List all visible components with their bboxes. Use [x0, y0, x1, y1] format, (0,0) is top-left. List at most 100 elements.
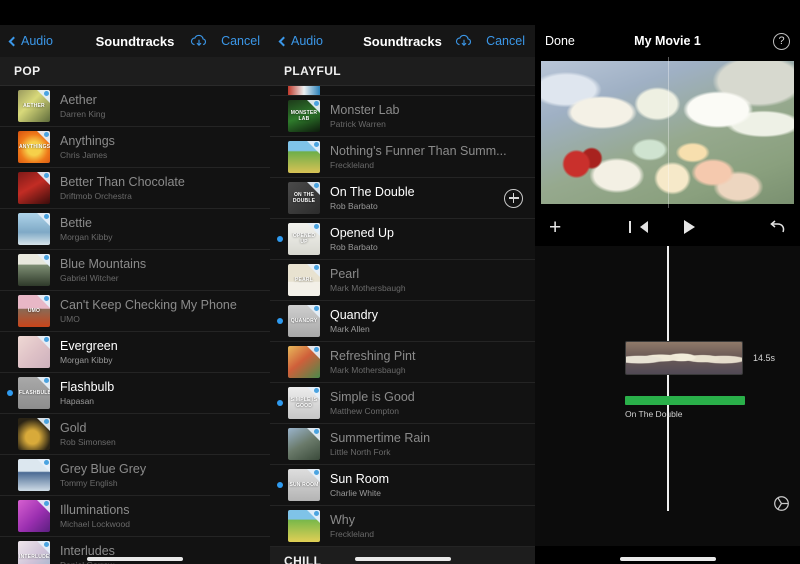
download-badge-dot-icon	[314, 511, 319, 516]
help-icon[interactable]: ?	[773, 32, 790, 50]
track-row[interactable]: Gold Rob Simonsen	[0, 414, 270, 455]
track-row[interactable]: Grey Blue Grey Tommy English	[0, 455, 270, 496]
track-meta: Bettie Morgan Kibby	[60, 216, 270, 243]
track-row-partial[interactable]	[270, 86, 535, 96]
track-artist: Mark Allen	[330, 323, 370, 334]
downloaded-indicator-dot	[277, 236, 283, 242]
album-art-text: QUANDRY	[290, 318, 318, 324]
done-button[interactable]: Done	[545, 34, 575, 48]
track-row[interactable]: Illuminations Michael Lockwood	[0, 496, 270, 537]
track-row[interactable]: UMO Can't Keep Checking My Phone UMO	[0, 291, 270, 332]
chevron-left-icon	[8, 36, 19, 46]
track-meta: Grey Blue Grey Tommy English	[60, 462, 270, 489]
downloaded-indicator-dot	[277, 482, 283, 488]
track-row[interactable]: FLASHBULB Flashbulb Hapasan	[0, 373, 270, 414]
downloaded-indicator-dot	[7, 390, 13, 396]
back-to-audio-button-middle[interactable]: Audio	[278, 34, 323, 48]
track-title: Evergreen	[60, 338, 118, 353]
track-row[interactable]: MONSTER LAB Monster Lab Patrick Warren	[270, 96, 535, 137]
cancel-button-middle[interactable]: Cancel	[486, 34, 525, 48]
album-art	[18, 459, 50, 491]
track-meta: Evergreen Morgan Kibby	[60, 339, 270, 366]
cancel-button[interactable]: Cancel	[221, 34, 260, 48]
album-art: INTERLUDES	[18, 541, 50, 564]
track-row[interactable]: Why Freckleland	[270, 506, 535, 547]
album-art	[18, 254, 50, 286]
track-artist: Freckleland	[330, 159, 374, 170]
plus-icon[interactable]: +	[549, 217, 561, 238]
download-badge-dot-icon	[314, 142, 319, 147]
download-badge-dot-icon	[44, 91, 49, 96]
status-bar-right	[535, 0, 800, 25]
track-row[interactable]: ON THE DOUBLE On The Double Rob Barbato	[270, 178, 535, 219]
album-art: QUANDRY	[288, 305, 320, 337]
status-bar-middle	[270, 0, 535, 25]
track-row[interactable]: OPENED UP Opened Up Rob Barbato	[270, 219, 535, 260]
track-artist: Morgan Kibby	[60, 354, 113, 365]
play-icon[interactable]	[684, 220, 695, 234]
preview-split-line	[667, 57, 669, 208]
track-meta: Flashbulb Hapasan	[60, 380, 270, 407]
album-art	[288, 346, 320, 378]
movie-editor-panel: Done My Movie 1 ? + 14.5s On The Double	[535, 0, 800, 564]
album-art-text: INTERLUDES	[19, 554, 50, 560]
track-row[interactable]: Nothing's Funner Than Summ... Freckleland	[270, 137, 535, 178]
track-row[interactable]: Refreshing Pint Mark Mothersbaugh	[270, 342, 535, 383]
track-title: Better Than Chocolate	[60, 174, 185, 189]
track-meta: Aether Darren King	[60, 93, 270, 120]
album-art: ANYTHINGS	[18, 131, 50, 163]
download-badge-dot-icon	[314, 429, 319, 434]
track-row[interactable]: PEARL Pearl Mark Mothersbaugh	[270, 260, 535, 301]
nav-right-group: Cancel	[189, 33, 260, 49]
cloud-download-icon[interactable]	[454, 33, 474, 49]
album-art: MONSTER LAB	[288, 100, 320, 132]
add-track-button[interactable]	[504, 188, 523, 208]
back-label: Audio	[21, 34, 53, 48]
back-label: Audio	[291, 34, 323, 48]
status-bar-left	[0, 0, 270, 25]
track-row[interactable]: AETHER Aether Darren King	[0, 86, 270, 127]
skip-back-icon[interactable]	[629, 221, 648, 233]
track-row[interactable]: Better Than Chocolate Driftmob Orchestra	[0, 168, 270, 209]
track-artist: Rob Barbato	[330, 241, 378, 252]
track-row[interactable]: SIMPLE IS GOOD Simple is Good Matthew Comp…	[270, 383, 535, 424]
track-artist: Morgan Kibby	[60, 231, 113, 242]
track-artist: Mark Mothersbaugh	[330, 282, 406, 293]
download-badge-dot-icon	[44, 214, 49, 219]
video-clip-row: 14.5s	[625, 341, 775, 375]
track-artist: UMO	[60, 313, 80, 324]
playhead[interactable]	[666, 246, 669, 511]
video-preview[interactable]	[535, 57, 800, 208]
album-art: AETHER	[18, 90, 50, 122]
track-row[interactable]: SUN ROOM Sun Room Charlie White	[270, 465, 535, 506]
track-title: Grey Blue Grey	[60, 461, 147, 476]
track-title: Interludes	[60, 543, 115, 558]
audio-clip-row: On The Double	[625, 396, 745, 419]
download-badge-dot-icon	[44, 255, 49, 260]
track-row[interactable]: QUANDRY Quandry Mark Allen	[270, 301, 535, 342]
back-to-audio-button[interactable]: Audio	[8, 34, 53, 48]
track-row[interactable]: Evergreen Morgan Kibby	[0, 332, 270, 373]
track-meta: Gold Rob Simonsen	[60, 421, 270, 448]
track-title: Sun Room	[330, 471, 390, 486]
track-row[interactable]: ANYTHINGS Anythings Chris James	[0, 127, 270, 168]
track-row[interactable]: Summertime Rain Little North Fork	[270, 424, 535, 465]
track-artist: Chris James	[60, 149, 108, 160]
playback-control-bar: +	[535, 208, 800, 246]
album-art: ON THE DOUBLE	[288, 182, 320, 214]
album-art	[18, 418, 50, 450]
cloud-download-icon[interactable]	[189, 33, 209, 49]
settings-icon[interactable]	[773, 495, 790, 512]
home-indicator-left	[87, 557, 183, 561]
undo-icon[interactable]	[768, 219, 786, 235]
audio-clip-bar[interactable]	[625, 396, 745, 405]
track-title: Blue Mountains	[60, 256, 147, 271]
track-artist: Hapasan	[60, 395, 95, 406]
timeline[interactable]: 14.5s On The Double	[535, 246, 800, 546]
track-title: Monster Lab	[330, 102, 400, 117]
track-row[interactable]: Bettie Morgan Kibby	[0, 209, 270, 250]
track-row[interactable]: Blue Mountains Gabriel Witcher	[0, 250, 270, 291]
track-list-playful: MONSTER LAB Monster Lab Patrick Warren Noth…	[270, 96, 535, 547]
video-clip-thumbnail[interactable]	[625, 341, 743, 375]
album-art-text: SUN ROOM	[289, 482, 319, 488]
